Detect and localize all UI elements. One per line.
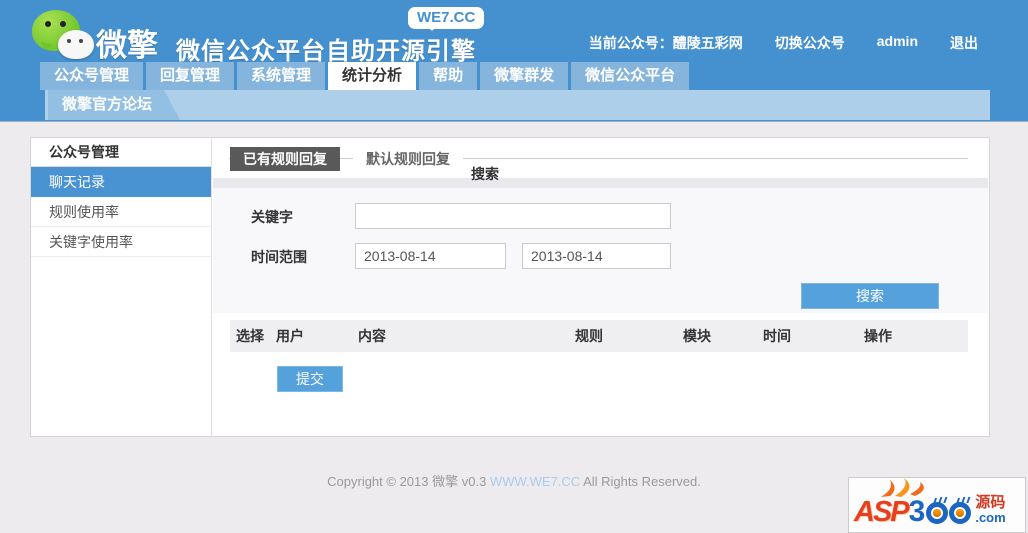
- copyright-prefix: Copyright © 2013 微擎 v0.3: [327, 474, 490, 489]
- asp300-watermark-logo: ASP 3 源码 .com: [848, 477, 1026, 533]
- three-text: 3: [908, 495, 926, 528]
- logout-link[interactable]: 退出: [950, 33, 978, 53]
- column-header-user: 用户: [276, 328, 304, 344]
- nav-tab-help[interactable]: 帮助: [419, 62, 478, 90]
- app-header: 微擎 微信公众平台自助开源引擎 WE7.CC 当前公众号：醴陵五彩网 切换公众号…: [0, 0, 1028, 122]
- nav-tab-mass-send[interactable]: 微擎群发: [480, 62, 569, 90]
- asp300-logo-text: ASP 3 源码 .com: [854, 495, 1006, 527]
- current-account-label: 当前公众号：: [588, 35, 673, 51]
- table-header-row: 选择 用户 内容 规则 模块 时间 操作: [230, 320, 968, 352]
- main-panel: 公众号管理 聊天记录 规则使用率 关键字使用率 已有规则回复 默认规则回复 搜索…: [30, 137, 990, 437]
- sidebar-item-chat-log[interactable]: 聊天记录: [31, 167, 211, 197]
- content-area: 已有规则回复 默认规则回复 搜索 关键字 时间范围 搜索 选择 用户 内容 规则…: [212, 138, 989, 436]
- sidebar-title: 公众号管理: [31, 138, 211, 167]
- date-range-label: 时间范围: [251, 249, 307, 265]
- nav-tab-wechat-platform[interactable]: 微信公众平台: [571, 62, 690, 90]
- nav-tab-statistics[interactable]: 统计分析: [328, 62, 417, 90]
- eye-dot-icon: [45, 21, 51, 27]
- eye-dot-icon: [60, 21, 66, 27]
- search-section-title: 搜索: [471, 166, 499, 182]
- current-account: 当前公众号：醴陵五彩网: [589, 33, 743, 53]
- secondary-nav-bar: 微擎官方论坛: [45, 90, 990, 120]
- sidebar-item-rule-usage[interactable]: 规则使用率: [31, 197, 211, 227]
- current-account-name: 醴陵五彩网: [672, 35, 743, 51]
- asp300-suffix: 源码 .com: [975, 495, 1005, 524]
- wechat-white-bubble-icon: [58, 30, 94, 59]
- date-to-input[interactable]: [522, 243, 671, 269]
- nav-tab-reply-mgmt[interactable]: 回复管理: [146, 62, 235, 90]
- tab-existing-rule-reply[interactable]: 已有规则回复: [230, 147, 340, 171]
- content-tabs: 已有规则回复 默认规则回复: [230, 147, 463, 171]
- com-text: .com: [975, 510, 1006, 525]
- zero-glyph-icon: [949, 502, 972, 524]
- eye-dot-icon: [79, 39, 83, 43]
- brand-title: 微擎: [96, 28, 158, 63]
- submit-button[interactable]: 提交: [277, 366, 343, 392]
- search-button[interactable]: 搜索: [801, 283, 939, 309]
- nav-tab-account-mgmt[interactable]: 公众号管理: [40, 62, 144, 90]
- brand-subtitle: 微信公众平台自助开源引擎: [176, 38, 476, 65]
- column-header-rule: 规则: [575, 328, 603, 344]
- wechat-logo-icon: [30, 8, 102, 62]
- keyword-label: 关键字: [251, 209, 293, 225]
- date-from-input[interactable]: [355, 243, 506, 269]
- column-header-content: 内容: [358, 328, 386, 344]
- we7-footer-link[interactable]: WWW.WE7.CC: [490, 474, 580, 489]
- user-nav: 当前公众号：醴陵五彩网 切换公众号 admin 退出: [589, 33, 978, 53]
- copyright-suffix: All Rights Reserved.: [580, 474, 701, 489]
- switch-account-link[interactable]: 切换公众号: [775, 33, 845, 53]
- we7-badge[interactable]: WE7.CC: [408, 7, 485, 31]
- asp-text: ASP: [854, 496, 910, 528]
- keyword-input[interactable]: [355, 203, 671, 229]
- sidebar-item-keyword-usage[interactable]: 关键字使用率: [31, 227, 211, 257]
- section-header-strip: [213, 178, 988, 188]
- yuanma-text: 源码: [975, 494, 1006, 511]
- column-header-action: 操作: [864, 328, 892, 344]
- zero-glyph-icon: [926, 502, 949, 524]
- column-header-module: 模块: [683, 328, 711, 344]
- eye-dot-icon: [67, 39, 71, 43]
- tab-default-rule-reply[interactable]: 默认规则回复: [353, 147, 463, 171]
- nav-tab-official-forum[interactable]: 微擎官方论坛: [48, 90, 180, 120]
- primary-nav: 公众号管理 回复管理 系统管理 统计分析 帮助 微擎群发 微信公众平台: [40, 62, 690, 90]
- column-header-time: 时间: [763, 328, 791, 344]
- column-header-select: 选择: [236, 328, 264, 344]
- sidebar: 公众号管理 聊天记录 规则使用率 关键字使用率: [31, 138, 212, 436]
- nav-tab-system-mgmt[interactable]: 系统管理: [237, 62, 326, 90]
- username-link[interactable]: admin: [877, 33, 918, 53]
